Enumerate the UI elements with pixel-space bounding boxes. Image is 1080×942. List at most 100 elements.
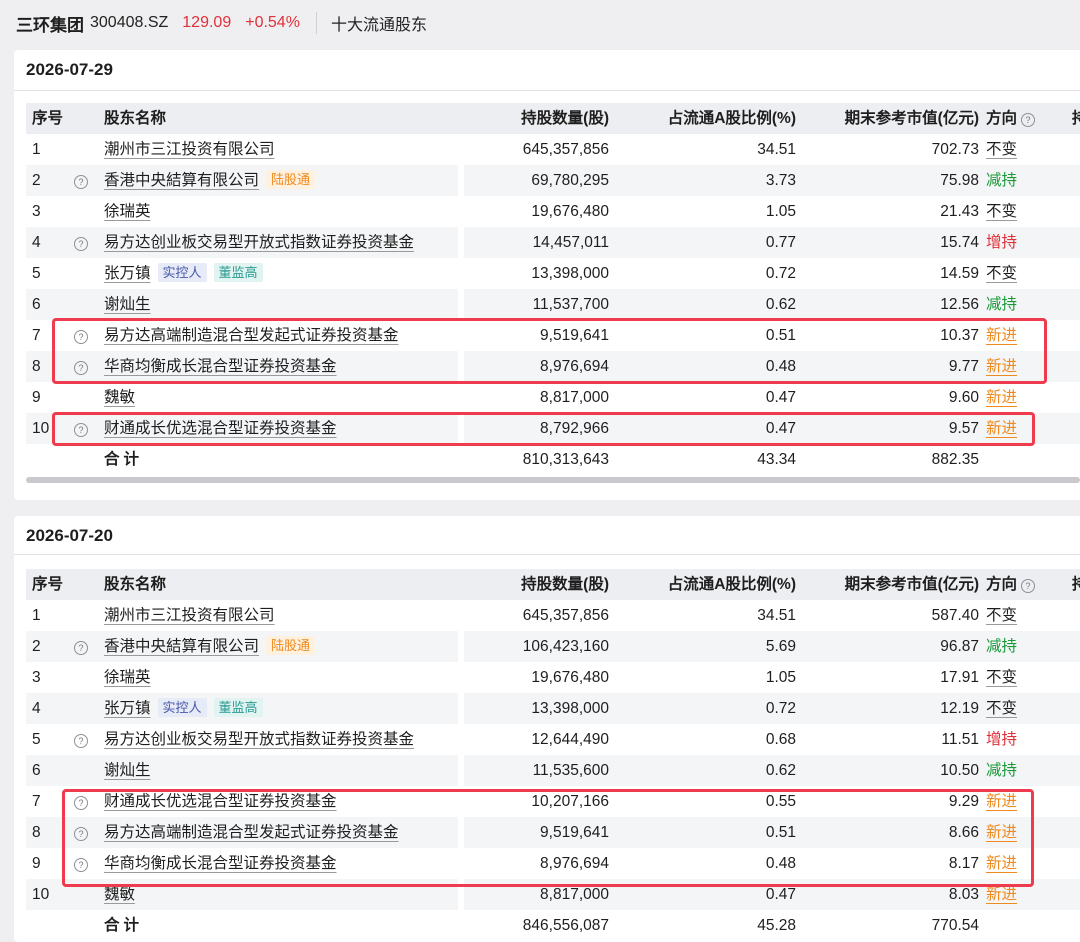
col-ratio-header: 占流通A股比例(%) [667, 576, 796, 593]
shares-value: 12,644,490 [531, 731, 609, 748]
direction-value[interactable]: 新进 [986, 389, 1017, 406]
direction-value[interactable]: 不变 [986, 203, 1017, 220]
holder-name-link[interactable]: 易方达创业板交易型开放式指数证券投资基金 [104, 234, 414, 251]
holder-name-link[interactable]: 易方达高端制造混合型发起式证券投资基金 [104, 327, 399, 344]
direction-cell: 减持 [986, 631, 1017, 662]
table-row: 9? 华商均衡成长混合型证券投资基金 8,976,694 0.48 8.17 新进 [26, 848, 1080, 879]
holder-name-link[interactable]: 易方达高端制造混合型发起式证券投资基金 [104, 824, 399, 841]
holder-name-link[interactable]: 香港中央結算有限公司 [104, 172, 259, 189]
table-row: 5 张万镇 实控人 董监高 13,398,000 0.72 14.59 不变 [26, 258, 1080, 289]
holder-name-link[interactable]: 张万镇 [104, 265, 151, 282]
direction-value[interactable]: 不变 [986, 669, 1017, 686]
row-index: 6 [32, 296, 41, 313]
direction-value[interactable]: 新进 [986, 886, 1017, 903]
question-icon[interactable]: ? [74, 330, 88, 344]
holders-table: 序号 股东名称 持股数量(股) 占流通A股比例(%) 期末参考市值(亿元) 方向? 持 1 潮州… [26, 569, 1080, 941]
direction-value[interactable]: 不变 [986, 265, 1017, 282]
question-icon[interactable]: ? [74, 361, 88, 375]
total-row: 合计 810,313,643 43.34 882.35 [26, 444, 1080, 475]
column-gap [458, 786, 464, 817]
holder-name-link[interactable]: 张万镇 [104, 700, 151, 717]
direction-value[interactable]: 不变 [986, 607, 1017, 624]
question-icon[interactable]: ? [74, 858, 88, 872]
holder-name-link[interactable]: 财通成长优选混合型证券投资基金 [104, 420, 337, 437]
divider [14, 90, 1080, 91]
holder-name-link[interactable]: 华商均衡成长混合型证券投资基金 [104, 358, 337, 375]
direction-value[interactable]: 新进 [986, 358, 1017, 375]
table-row: 4 张万镇 实控人 董监高 13,398,000 0.72 12.19 不变 [26, 693, 1080, 724]
ratio-value: 3.73 [765, 172, 796, 189]
direction-value[interactable]: 不变 [986, 700, 1017, 717]
holders-panel-period-1: 2026-07-29 序号 股东名称 持股数量(股) 占流通A股比例(%) 期末参考市值… [14, 50, 1080, 500]
stock-price: 129.09 [182, 14, 232, 31]
holder-name-link[interactable]: 徐瑞英 [104, 203, 151, 220]
direction-cell: 新进 [986, 382, 1017, 413]
row-index: 2 [32, 638, 41, 655]
question-icon[interactable]: ? [1021, 113, 1036, 127]
holder-name-link[interactable]: 魏敏 [104, 389, 135, 406]
holder-name-link[interactable]: 谢灿生 [104, 762, 151, 779]
holder-name-link[interactable]: 易方达创业板交易型开放式指数证券投资基金 [104, 731, 414, 748]
col-name-header: 股东名称 [104, 576, 167, 593]
column-gap [458, 351, 464, 382]
total-value: 882.35 [931, 451, 979, 468]
holder-name-cell: 谢灿生 [104, 289, 151, 320]
direction-value[interactable]: 新进 [986, 327, 1017, 344]
market-value: 10.50 [940, 762, 979, 779]
direction-value[interactable]: 新进 [986, 855, 1017, 872]
question-icon[interactable]: ? [1021, 579, 1036, 593]
question-icon[interactable]: ? [74, 641, 88, 655]
column-gap [458, 382, 464, 413]
question-icon[interactable]: ? [74, 796, 88, 810]
holder-tag[interactable]: 实控人 [157, 698, 207, 717]
holder-name-cell: 张万镇 实控人 董监高 [104, 258, 263, 289]
column-gap [458, 693, 464, 724]
row-index: 4 [32, 700, 41, 717]
shares-value: 645,357,856 [522, 141, 609, 158]
col-ratio-header: 占流通A股比例(%) [667, 110, 796, 127]
total-label: 合计 [104, 917, 144, 934]
holder-tag[interactable]: 董监高 [213, 698, 263, 717]
holder-tag[interactable]: 董监高 [213, 263, 263, 282]
direction-value[interactable]: 新进 [986, 824, 1017, 841]
question-icon[interactable]: ? [74, 423, 88, 437]
question-icon[interactable]: ? [74, 734, 88, 748]
table-row: 6 谢灿生 11,535,600 0.62 10.50 减持 [26, 755, 1080, 786]
column-gap [458, 631, 464, 662]
holder-name-link[interactable]: 香港中央結算有限公司 [104, 638, 259, 655]
holder-tag[interactable]: 陆股通 [266, 170, 316, 189]
col-more-header[interactable]: 持 [1072, 103, 1080, 134]
holder-name-link[interactable]: 徐瑞英 [104, 669, 151, 686]
shares-value: 9,519,641 [540, 327, 609, 344]
direction-value[interactable]: 新进 [986, 420, 1017, 437]
holder-tag[interactable]: 实控人 [157, 263, 207, 282]
question-icon[interactable]: ? [74, 175, 88, 189]
holder-name-cell: 谢灿生 [104, 755, 151, 786]
direction-cell: 不变 [986, 258, 1017, 289]
holder-name-cell: 财通成长优选混合型证券投资基金 [104, 413, 337, 444]
row-index: 10 [32, 886, 50, 903]
holder-name-link[interactable]: 潮州市三江投资有限公司 [104, 607, 275, 624]
shares-value: 8,976,694 [540, 855, 609, 872]
table-row: 10? 财通成长优选混合型证券投资基金 8,792,966 0.47 9.57 新进 [26, 413, 1080, 444]
holder-name-cell: 潮州市三江投资有限公司 [104, 600, 275, 631]
horizontal-scrollbar[interactable] [26, 477, 1080, 483]
holder-name-link[interactable]: 谢灿生 [104, 296, 151, 313]
holder-name-link[interactable]: 华商均衡成长混合型证券投资基金 [104, 855, 337, 872]
holder-tag[interactable]: 陆股通 [266, 636, 316, 655]
direction-value[interactable]: 新进 [986, 793, 1017, 810]
stock-name: 三环集团 [16, 15, 84, 35]
col-more-header[interactable]: 持 [1072, 569, 1080, 600]
column-gap [458, 724, 464, 755]
question-icon[interactable]: ? [74, 827, 88, 841]
question-icon[interactable]: ? [74, 237, 88, 251]
holder-name-cell: 香港中央結算有限公司 陆股通 [104, 165, 316, 196]
row-index: 1 [32, 607, 41, 624]
col-direction-header: 方向? [986, 103, 1036, 134]
column-gap [458, 413, 464, 444]
shares-value: 645,357,856 [522, 607, 609, 624]
holder-name-link[interactable]: 财通成长优选混合型证券投资基金 [104, 793, 337, 810]
holder-name-link[interactable]: 魏敏 [104, 886, 135, 903]
holder-name-link[interactable]: 潮州市三江投资有限公司 [104, 141, 275, 158]
direction-value[interactable]: 不变 [986, 141, 1017, 158]
